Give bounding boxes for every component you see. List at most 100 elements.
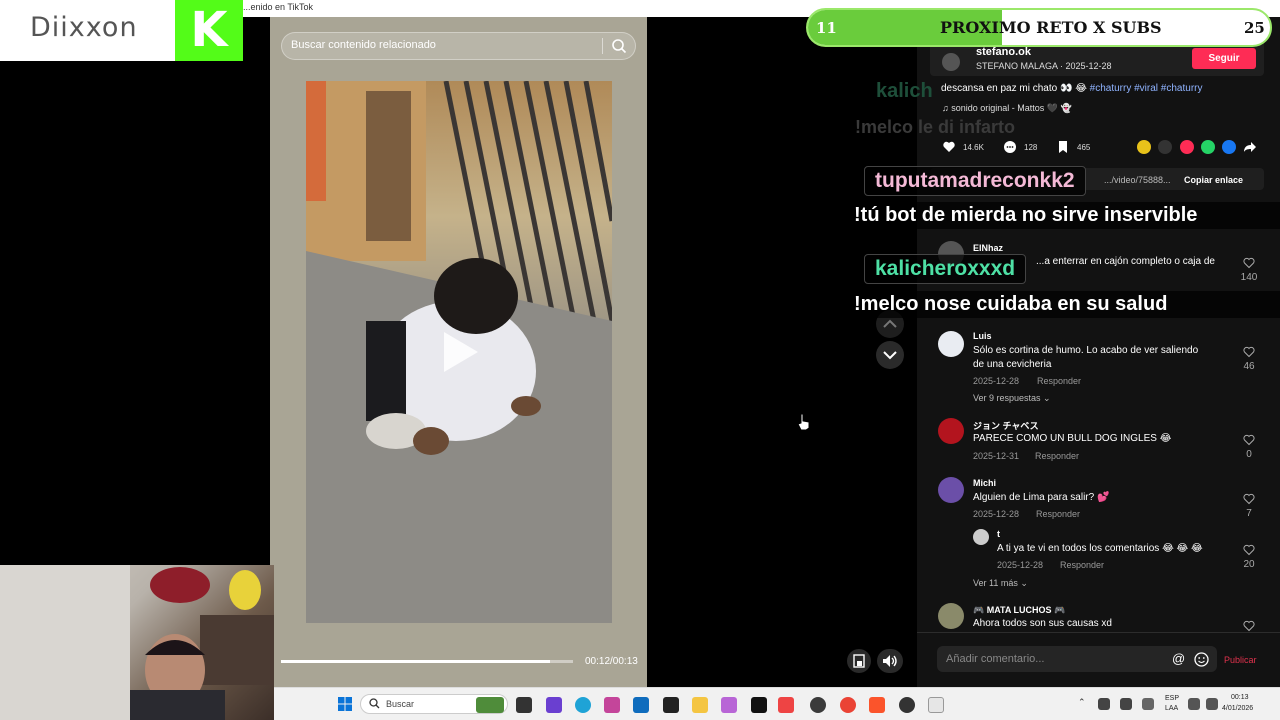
chat-message: !melco nose cuidaba en su salud (844, 291, 1280, 318)
chevron-down-icon (883, 351, 897, 360)
sound-link[interactable]: ♫ sonido original - Mattos 🖤 👻 (942, 103, 1072, 114)
tiktok-icon[interactable] (751, 697, 767, 713)
share-arrow-icon[interactable] (1243, 140, 1257, 154)
video-caption: descansa en paz mi chato 👀 😂 #chaturry #… (941, 83, 1202, 94)
reply-avatar[interactable] (973, 529, 989, 545)
app-icon[interactable] (928, 697, 944, 713)
edge-icon[interactable] (575, 697, 591, 713)
tray-language[interactable]: ESP (1165, 695, 1179, 702)
video-time: 00:12/00:13 (585, 656, 638, 667)
comment-like-count: 7 (1246, 508, 1252, 519)
comment-like-icon[interactable] (1243, 346, 1255, 358)
video-progress-fill (281, 660, 550, 663)
author-meta: STEFANO MALAGA · 2025-12-28 (976, 61, 1112, 71)
tray-overflow-icon[interactable]: ⌃ (1078, 697, 1086, 708)
emoji-icon[interactable] (1194, 652, 1209, 667)
mention-icon[interactable]: @ (1172, 651, 1185, 666)
browser-tab-title[interactable]: ...enido en TikTok (243, 2, 313, 12)
reply-button[interactable]: Responder (1036, 509, 1080, 519)
chrome-icon[interactable] (840, 697, 856, 713)
hand-cursor-icon (797, 413, 810, 431)
tray-layout[interactable]: LAA (1165, 705, 1178, 712)
comment-author[interactable]: ジョン チャベス (973, 419, 1039, 432)
mail-icon[interactable] (633, 697, 649, 713)
reply-button[interactable]: Responder (1037, 376, 1081, 386)
comment-author[interactable]: Michi (973, 478, 996, 488)
play-icon[interactable] (440, 330, 480, 374)
app-icon[interactable] (546, 697, 562, 713)
reply-button[interactable]: Responder (1060, 560, 1104, 570)
caption-text: descansa en paz mi chato 👀 😂 (941, 83, 1087, 94)
comment-like-icon[interactable] (1243, 257, 1255, 269)
tray-date[interactable]: 4/01/2026 (1222, 705, 1253, 712)
copy-link-button[interactable]: Copiar enlace (1184, 175, 1243, 185)
follow-button[interactable]: Seguir (1192, 48, 1256, 69)
reply-date: 2025-12-28 (997, 560, 1044, 570)
wifi-icon[interactable] (1188, 698, 1200, 710)
chat-user: kalicheroxxxd (864, 254, 1027, 284)
tray-time[interactable]: 00:13 (1231, 694, 1249, 701)
comment-text: PARECE COMO UN BULL DOG INGLES 😂 (973, 433, 1172, 444)
comment-icon[interactable] (1003, 140, 1017, 154)
comment-text: Sólo es cortina de humo. Lo acabo de ver… (973, 345, 1199, 356)
comment-avatar[interactable] (938, 418, 964, 444)
comment-like-icon[interactable] (1243, 620, 1255, 632)
heart-icon[interactable] (942, 140, 956, 154)
comment-author[interactable]: ElNhaz (973, 243, 1003, 253)
weather-widget-icon[interactable] (476, 697, 504, 713)
embed-icon[interactable] (1158, 140, 1172, 154)
whatsapp-icon[interactable] (1201, 140, 1215, 154)
comment-like-count: 140 (1240, 272, 1258, 283)
comment-author[interactable]: Luis (973, 331, 992, 341)
comment-like-icon[interactable] (1243, 434, 1255, 446)
search-icon[interactable] (611, 38, 627, 54)
chat-user-faded: kalich (876, 80, 933, 102)
tray-app-icon[interactable] (1098, 698, 1110, 710)
windows-start-icon[interactable] (338, 697, 352, 711)
brave-icon[interactable] (869, 697, 885, 713)
coin-share-icon[interactable] (1137, 140, 1151, 154)
subs-target: 25 (1244, 19, 1265, 37)
comment-like-count: 46 (1243, 361, 1255, 372)
task-view-icon[interactable] (516, 697, 532, 713)
reply-button[interactable]: Responder (1035, 451, 1079, 461)
chat-message: !tú bot de mierda no sirve inservible (844, 202, 1280, 229)
tray-app-icon[interactable] (1142, 698, 1154, 710)
speaker-icon[interactable] (1206, 698, 1218, 710)
app-icon[interactable] (721, 697, 737, 713)
app-icon[interactable] (778, 697, 794, 713)
publish-button[interactable]: Publicar (1224, 655, 1257, 665)
next-video-button[interactable] (876, 341, 904, 369)
volume-icon (883, 655, 897, 667)
view-more-label: Ver 11 más (973, 578, 1018, 588)
facebook-icon[interactable] (1222, 140, 1236, 154)
comment-author[interactable]: 🎮 MATA LUCHOS 🎮 (973, 605, 1065, 616)
comment-like-icon[interactable] (1243, 493, 1255, 505)
caption-hashtags[interactable]: #chaturry #viral #chaturry (1090, 83, 1203, 94)
comment-like-icon[interactable] (1243, 544, 1255, 556)
capcut-icon[interactable] (663, 697, 679, 713)
comment-avatar[interactable] (938, 477, 964, 503)
comment-like-count: 0 (1246, 449, 1252, 460)
author-avatar[interactable] (942, 53, 960, 71)
video-url: .../video/75888... (1104, 175, 1171, 185)
tray-app-icon[interactable] (1120, 698, 1132, 710)
reply-author[interactable]: t (997, 529, 1000, 539)
view-replies-button[interactable]: Ver 9 respuestas ⌄ (973, 393, 1051, 404)
obs-icon[interactable] (810, 697, 826, 713)
sound-name: sonido original - Mattos 🖤 👻 (951, 103, 1072, 113)
app-icon[interactable] (899, 697, 915, 713)
picture-in-picture-button[interactable] (847, 649, 871, 673)
send-icon[interactable] (1180, 140, 1194, 154)
bookmark-icon[interactable] (1056, 140, 1070, 154)
file-explorer-icon[interactable] (692, 697, 708, 713)
author-handle[interactable]: stefano.ok (976, 46, 1031, 58)
comment-avatar[interactable] (938, 603, 964, 629)
volume-button[interactable] (877, 649, 903, 673)
taskbar-search-label: Buscar (386, 699, 415, 709)
comment-avatar[interactable] (938, 331, 964, 357)
comment-like-count: 20 (1243, 559, 1255, 570)
comment-date: 2025-12-31 (973, 451, 1020, 461)
view-more-replies-button[interactable]: Ver 11 más ⌄ (973, 578, 1028, 589)
copilot-icon[interactable] (604, 697, 620, 713)
